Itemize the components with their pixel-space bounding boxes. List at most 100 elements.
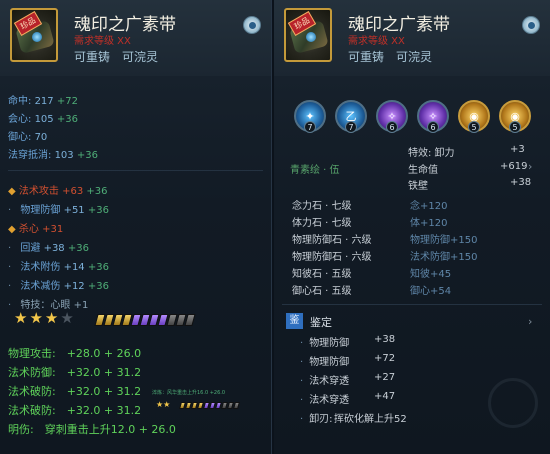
set-stat-label: 生命值 — [408, 165, 438, 176]
bullet-icon: · — [8, 262, 12, 273]
stat-crit: 会心: 105 +36 — [8, 114, 78, 125]
small-star-icon: ★★ — [156, 400, 171, 409]
gem-socket[interactable]: ◉ 5 — [499, 100, 531, 133]
stone-effect: 体+120 — [410, 218, 448, 229]
bullet-icon: · — [8, 300, 12, 311]
appraise-stat: · 法术穿透 — [300, 395, 350, 406]
gem-socket[interactable]: ◉ 5 — [458, 100, 490, 133]
set-name: 青素绘 · 伍 — [290, 165, 340, 176]
appraise-stat: · 物理防御 — [300, 338, 350, 349]
eye-icon[interactable] — [522, 16, 540, 34]
bullet-icon: · — [300, 395, 304, 406]
refine-bar-empty — [184, 314, 196, 326]
gold-gem-icon: ◆ — [8, 186, 16, 197]
bullet-icon: · — [300, 338, 304, 349]
item-tooltip-compare: 珍品 ★★★★ 魂印之广素带 需求等级 XX 可重铸 可浣灵 命中: 217 +… — [0, 0, 550, 454]
left-header: 珍品 ★★★★ 魂印之广素带 需求等级 XX 可重铸 可浣灵 — [0, 0, 271, 76]
refine-bar-empty — [233, 402, 240, 409]
appraise-title: 鉴定 — [310, 316, 332, 329]
appraise-value: +72 — [374, 353, 396, 364]
appraise-icon: 鉴 — [286, 313, 303, 329]
watermark-icon — [488, 378, 538, 428]
belt-item-icon[interactable]: 珍品 ★★★★ — [10, 8, 58, 62]
stone-name: 念力石 · 七级 — [292, 201, 352, 212]
stone-name: 物理防御石 · 六级 — [292, 252, 372, 263]
extra-stat-row: · 法术附伤 +14 +36 — [8, 262, 109, 273]
stat-hit: 命中: 217 +72 — [8, 96, 78, 107]
small-refine-bars — [179, 402, 240, 409]
set-stat-label: 特效: 卸力 — [408, 148, 455, 159]
appraise-value: +38 — [374, 334, 396, 345]
extra-stat-row: ◆ 法术攻击 +63 +36 — [8, 186, 108, 197]
appraise-stat: · 卸刃: — [300, 414, 333, 425]
recast-text: 可重铸 可浣灵 — [74, 50, 159, 64]
appraise-stat: · 物理防御 — [300, 357, 350, 368]
appraise-stat: · 法术穿透 — [300, 376, 350, 387]
chevron-right-icon[interactable]: › — [528, 315, 532, 328]
stone-effect: 法术防御+150 — [410, 252, 478, 263]
extra-stat-row: · 法术减伤 +12 +36 — [8, 281, 109, 292]
refine-stat: 物理攻击: +28.0 + 26.0 — [8, 347, 142, 360]
eye-icon[interactable] — [243, 16, 261, 34]
stat-magic-pen-offset: 法穿抵消: 103 +36 — [8, 150, 98, 161]
right-header: 珍品 ★★★★ 魂印之广素带 需求等级 XX 可重铸 可浣灵 — [274, 0, 550, 76]
set-stat-label: 铁壁 — [408, 181, 428, 192]
star-icon: ★ — [14, 309, 28, 327]
belt-item-icon[interactable]: 珍品 ★★★★ — [284, 8, 332, 62]
set-stat-value: +619 — [500, 161, 528, 172]
extra-stat-row: · 回避 +38 +36 — [8, 243, 89, 254]
star-icon: ★ — [44, 309, 59, 327]
star-icon: ★ — [29, 309, 43, 327]
star-rating: ★ ★ ★ ★ — [14, 311, 74, 326]
divider — [282, 304, 542, 305]
stone-name: 体力石 · 七级 — [292, 218, 352, 229]
gem-level: 5 — [468, 121, 480, 133]
chevron-right-icon[interactable]: › — [528, 160, 532, 173]
gem-sockets: ✦ 7 乙 7 ✧ 6 ✧ 6 ◉ 5 ◉ 5 — [294, 100, 531, 133]
bullet-icon: · — [300, 414, 304, 425]
refine-stat: 法术破防: +32.0 + 31.2 — [8, 404, 142, 417]
stone-name: 物理防御石 · 六级 — [292, 235, 372, 246]
gem-socket[interactable]: 乙 7 — [335, 100, 367, 133]
stone-effect: 知彼+45 — [410, 269, 452, 280]
stone-effect: 御心+54 — [410, 286, 452, 297]
stat-resist-crit: 御心: 70 — [8, 132, 48, 143]
set-stat-value: +38 — [510, 177, 532, 188]
stone-name: 知彼石 · 五级 — [292, 269, 352, 280]
appraise-value: +27 — [374, 372, 396, 383]
gem-socket[interactable]: ✧ 6 — [376, 100, 408, 133]
gem-level: 7 — [345, 121, 357, 133]
extra-stat-row: · 物理防御 +51 +36 — [8, 205, 109, 216]
refine-stat: 法术防御: +32.0 + 31.2 — [8, 366, 142, 379]
bullet-icon: · — [8, 205, 12, 216]
recast-text: 可重铸 可浣灵 — [348, 50, 433, 64]
appraise-value: 挥砍化解上升52 — [334, 414, 407, 425]
bullet-icon: · — [8, 281, 12, 292]
star-empty-icon: ★ — [60, 309, 74, 327]
divider — [8, 170, 263, 171]
small-refine-note: 淬炼：风华重击上升16.0 +26.0 — [152, 390, 226, 396]
set-stat-value: +3 — [510, 144, 525, 155]
appraise-value: +47 — [374, 391, 396, 402]
belt-gem — [306, 32, 316, 42]
gold-gem-icon: ◆ — [8, 224, 16, 235]
stone-effect: 物理防御+150 — [410, 235, 478, 246]
requirement-text: 需求等级 XX — [348, 36, 405, 47]
gem-level: 6 — [386, 121, 398, 133]
left-item-panel: 珍品 ★★★★ 魂印之广素带 需求等级 XX 可重铸 可浣灵 命中: 217 +… — [0, 0, 272, 454]
refine-bars — [94, 314, 196, 326]
gem-level: 6 — [427, 121, 439, 133]
gem-socket[interactable]: ✧ 6 — [417, 100, 449, 133]
gem-level: 5 — [509, 121, 521, 133]
bullet-icon: · — [300, 376, 304, 387]
refine-stat: 法术破防: +32.0 + 31.2 — [8, 385, 142, 398]
refine-stat: 明伤: 穿刺重击上升12.0 + 26.0 — [8, 423, 176, 436]
stone-effect: 念+120 — [410, 201, 448, 212]
right-item-panel: 珍品 ★★★★ 魂印之广素带 需求等级 XX 可重铸 可浣灵 ✦ 7 乙 7 ✧… — [274, 0, 550, 454]
stone-name: 御心石 · 五级 — [292, 286, 352, 297]
gem-level: 7 — [304, 121, 316, 133]
bullet-icon: · — [300, 357, 304, 368]
belt-gem — [32, 32, 42, 42]
bullet-icon: · — [8, 243, 12, 254]
gem-socket[interactable]: ✦ 7 — [294, 100, 326, 133]
